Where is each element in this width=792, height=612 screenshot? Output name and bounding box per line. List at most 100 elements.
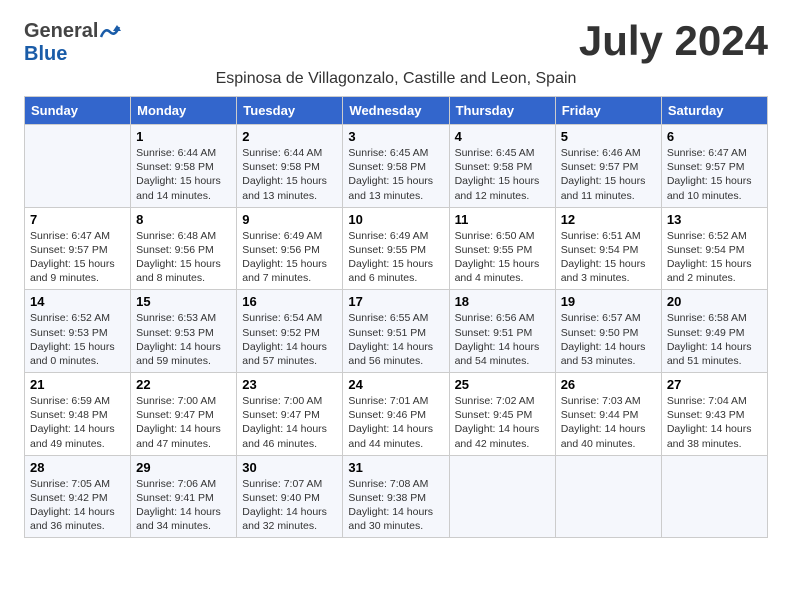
day-info: Sunrise: 7:07 AMSunset: 9:40 PMDaylight:… [242,477,337,534]
day-number: 4 [455,129,550,144]
calendar-cell: 30 Sunrise: 7:07 AMSunset: 9:40 PMDayligh… [237,455,343,538]
calendar-cell: 4 Sunrise: 6:45 AMSunset: 9:58 PMDaylight… [449,125,555,208]
day-info: Sunrise: 7:01 AMSunset: 9:46 PMDaylight:… [348,394,443,451]
calendar-cell: 18 Sunrise: 6:56 AMSunset: 9:51 PMDayligh… [449,290,555,373]
calendar-cell [555,455,661,538]
day-info: Sunrise: 7:00 AMSunset: 9:47 PMDaylight:… [136,394,231,451]
day-number: 9 [242,212,337,227]
calendar-cell: 15 Sunrise: 6:53 AMSunset: 9:53 PMDayligh… [131,290,237,373]
col-header-saturday: Saturday [661,97,767,125]
logo-general-text: General [24,20,98,43]
day-info: Sunrise: 6:45 AMSunset: 9:58 PMDaylight:… [348,146,443,203]
day-info: Sunrise: 6:45 AMSunset: 9:58 PMDaylight:… [455,146,550,203]
calendar-cell: 8 Sunrise: 6:48 AMSunset: 9:56 PMDaylight… [131,207,237,290]
day-number: 14 [30,294,125,309]
day-number: 16 [242,294,337,309]
day-info: Sunrise: 6:52 AMSunset: 9:54 PMDaylight:… [667,229,762,286]
col-header-sunday: Sunday [25,97,131,125]
calendar-cell: 16 Sunrise: 6:54 AMSunset: 9:52 PMDayligh… [237,290,343,373]
day-info: Sunrise: 6:50 AMSunset: 9:55 PMDaylight:… [455,229,550,286]
day-number: 21 [30,377,125,392]
day-number: 8 [136,212,231,227]
day-info: Sunrise: 6:51 AMSunset: 9:54 PMDaylight:… [561,229,656,286]
calendar-cell: 22 Sunrise: 7:00 AMSunset: 9:47 PMDayligh… [131,373,237,456]
day-number: 15 [136,294,231,309]
day-number: 10 [348,212,443,227]
calendar-cell: 27Sunrise: 7:04 AMSunset: 9:43 PMDayligh… [661,373,767,456]
day-number: 11 [455,212,550,227]
day-info: Sunrise: 6:47 AMSunset: 9:57 PMDaylight:… [667,146,762,203]
day-info: Sunrise: 6:49 AMSunset: 9:55 PMDaylight:… [348,229,443,286]
day-number: 3 [348,129,443,144]
day-number: 22 [136,377,231,392]
day-number: 5 [561,129,656,144]
day-number: 1 [136,129,231,144]
day-number: 19 [561,294,656,309]
calendar-cell: 5 Sunrise: 6:46 AMSunset: 9:57 PMDaylight… [555,125,661,208]
day-info: Sunrise: 6:52 AMSunset: 9:53 PMDaylight:… [30,311,125,368]
calendar-cell: 29 Sunrise: 7:06 AMSunset: 9:41 PMDayligh… [131,455,237,538]
calendar-cell: 19 Sunrise: 6:57 AMSunset: 9:50 PMDayligh… [555,290,661,373]
day-info: Sunrise: 7:02 AMSunset: 9:45 PMDaylight:… [455,394,550,451]
calendar-cell: 25 Sunrise: 7:02 AMSunset: 9:45 PMDayligh… [449,373,555,456]
day-number: 24 [348,377,443,392]
day-number: 17 [348,294,443,309]
day-number: 26 [561,377,656,392]
day-info: Sunrise: 6:53 AMSunset: 9:53 PMDaylight:… [136,311,231,368]
logo-block: General Blue [24,20,121,66]
day-number: 18 [455,294,550,309]
calendar-header-row: SundayMondayTuesdayWednesdayThursdayFrid… [25,97,768,125]
calendar-cell: 6 Sunrise: 6:47 AMSunset: 9:57 PMDaylight… [661,125,767,208]
calendar-cell [661,455,767,538]
day-info: Sunrise: 7:05 AMSunset: 9:42 PMDaylight:… [30,477,125,534]
day-number: 31 [348,460,443,475]
calendar-cell: 3 Sunrise: 6:45 AMSunset: 9:58 PMDaylight… [343,125,449,208]
day-number: 6 [667,129,762,144]
week-row-2: 7 Sunrise: 6:47 AMSunset: 9:57 PMDaylight… [25,207,768,290]
day-info: Sunrise: 6:47 AMSunset: 9:57 PMDaylight:… [30,229,125,286]
calendar-cell [25,125,131,208]
calendar-cell: 24 Sunrise: 7:01 AMSunset: 9:46 PMDayligh… [343,373,449,456]
day-info: Sunrise: 6:49 AMSunset: 9:56 PMDaylight:… [242,229,337,286]
week-row-4: 21 Sunrise: 6:59 AMSunset: 9:48 PMDayligh… [25,373,768,456]
day-info: Sunrise: 7:06 AMSunset: 9:41 PMDaylight:… [136,477,231,534]
day-info: Sunrise: 6:55 AMSunset: 9:51 PMDaylight:… [348,311,443,368]
calendar-table: SundayMondayTuesdayWednesdayThursdayFrid… [24,96,768,538]
calendar-cell: 11 Sunrise: 6:50 AMSunset: 9:55 PMDayligh… [449,207,555,290]
calendar-cell: 28 Sunrise: 7:05 AMSunset: 9:42 PMDayligh… [25,455,131,538]
calendar-cell: 21 Sunrise: 6:59 AMSunset: 9:48 PMDayligh… [25,373,131,456]
page-header: General Blue July 2024 [24,20,768,66]
calendar-cell: 31Sunrise: 7:08 AMSunset: 9:38 PMDayligh… [343,455,449,538]
day-number: 30 [242,460,337,475]
calendar-cell: 13Sunrise: 6:52 AMSunset: 9:54 PMDayligh… [661,207,767,290]
calendar-cell: 10 Sunrise: 6:49 AMSunset: 9:55 PMDayligh… [343,207,449,290]
location-title: Espinosa de Villagonzalo, Castille and L… [24,70,768,88]
day-info: Sunrise: 6:58 AMSunset: 9:49 PMDaylight:… [667,311,762,368]
day-number: 23 [242,377,337,392]
day-info: Sunrise: 6:54 AMSunset: 9:52 PMDaylight:… [242,311,337,368]
calendar-cell: 7 Sunrise: 6:47 AMSunset: 9:57 PMDaylight… [25,207,131,290]
day-info: Sunrise: 6:48 AMSunset: 9:56 PMDaylight:… [136,229,231,286]
calendar-cell: 2Sunrise: 6:44 AMSunset: 9:58 PMDaylight… [237,125,343,208]
day-info: Sunrise: 6:59 AMSunset: 9:48 PMDaylight:… [30,394,125,451]
calendar-cell: 1Sunrise: 6:44 AMSunset: 9:58 PMDaylight… [131,125,237,208]
day-number: 28 [30,460,125,475]
col-header-tuesday: Tuesday [237,97,343,125]
day-number: 20 [667,294,762,309]
calendar-cell: 23 Sunrise: 7:00 AMSunset: 9:47 PMDayligh… [237,373,343,456]
col-header-thursday: Thursday [449,97,555,125]
day-number: 2 [242,129,337,144]
day-info: Sunrise: 6:57 AMSunset: 9:50 PMDaylight:… [561,311,656,368]
logo-blue-text: Blue [24,43,67,65]
logo: General Blue [24,20,121,66]
day-number: 27 [667,377,762,392]
day-info: Sunrise: 6:56 AMSunset: 9:51 PMDaylight:… [455,311,550,368]
day-number: 7 [30,212,125,227]
calendar-cell: 9 Sunrise: 6:49 AMSunset: 9:56 PMDaylight… [237,207,343,290]
day-info: Sunrise: 6:46 AMSunset: 9:57 PMDaylight:… [561,146,656,203]
day-number: 29 [136,460,231,475]
day-number: 25 [455,377,550,392]
day-info: Sunrise: 7:00 AMSunset: 9:47 PMDaylight:… [242,394,337,451]
week-row-3: 14 Sunrise: 6:52 AMSunset: 9:53 PMDayligh… [25,290,768,373]
calendar-cell: 26Sunrise: 7:03 AMSunset: 9:44 PMDayligh… [555,373,661,456]
